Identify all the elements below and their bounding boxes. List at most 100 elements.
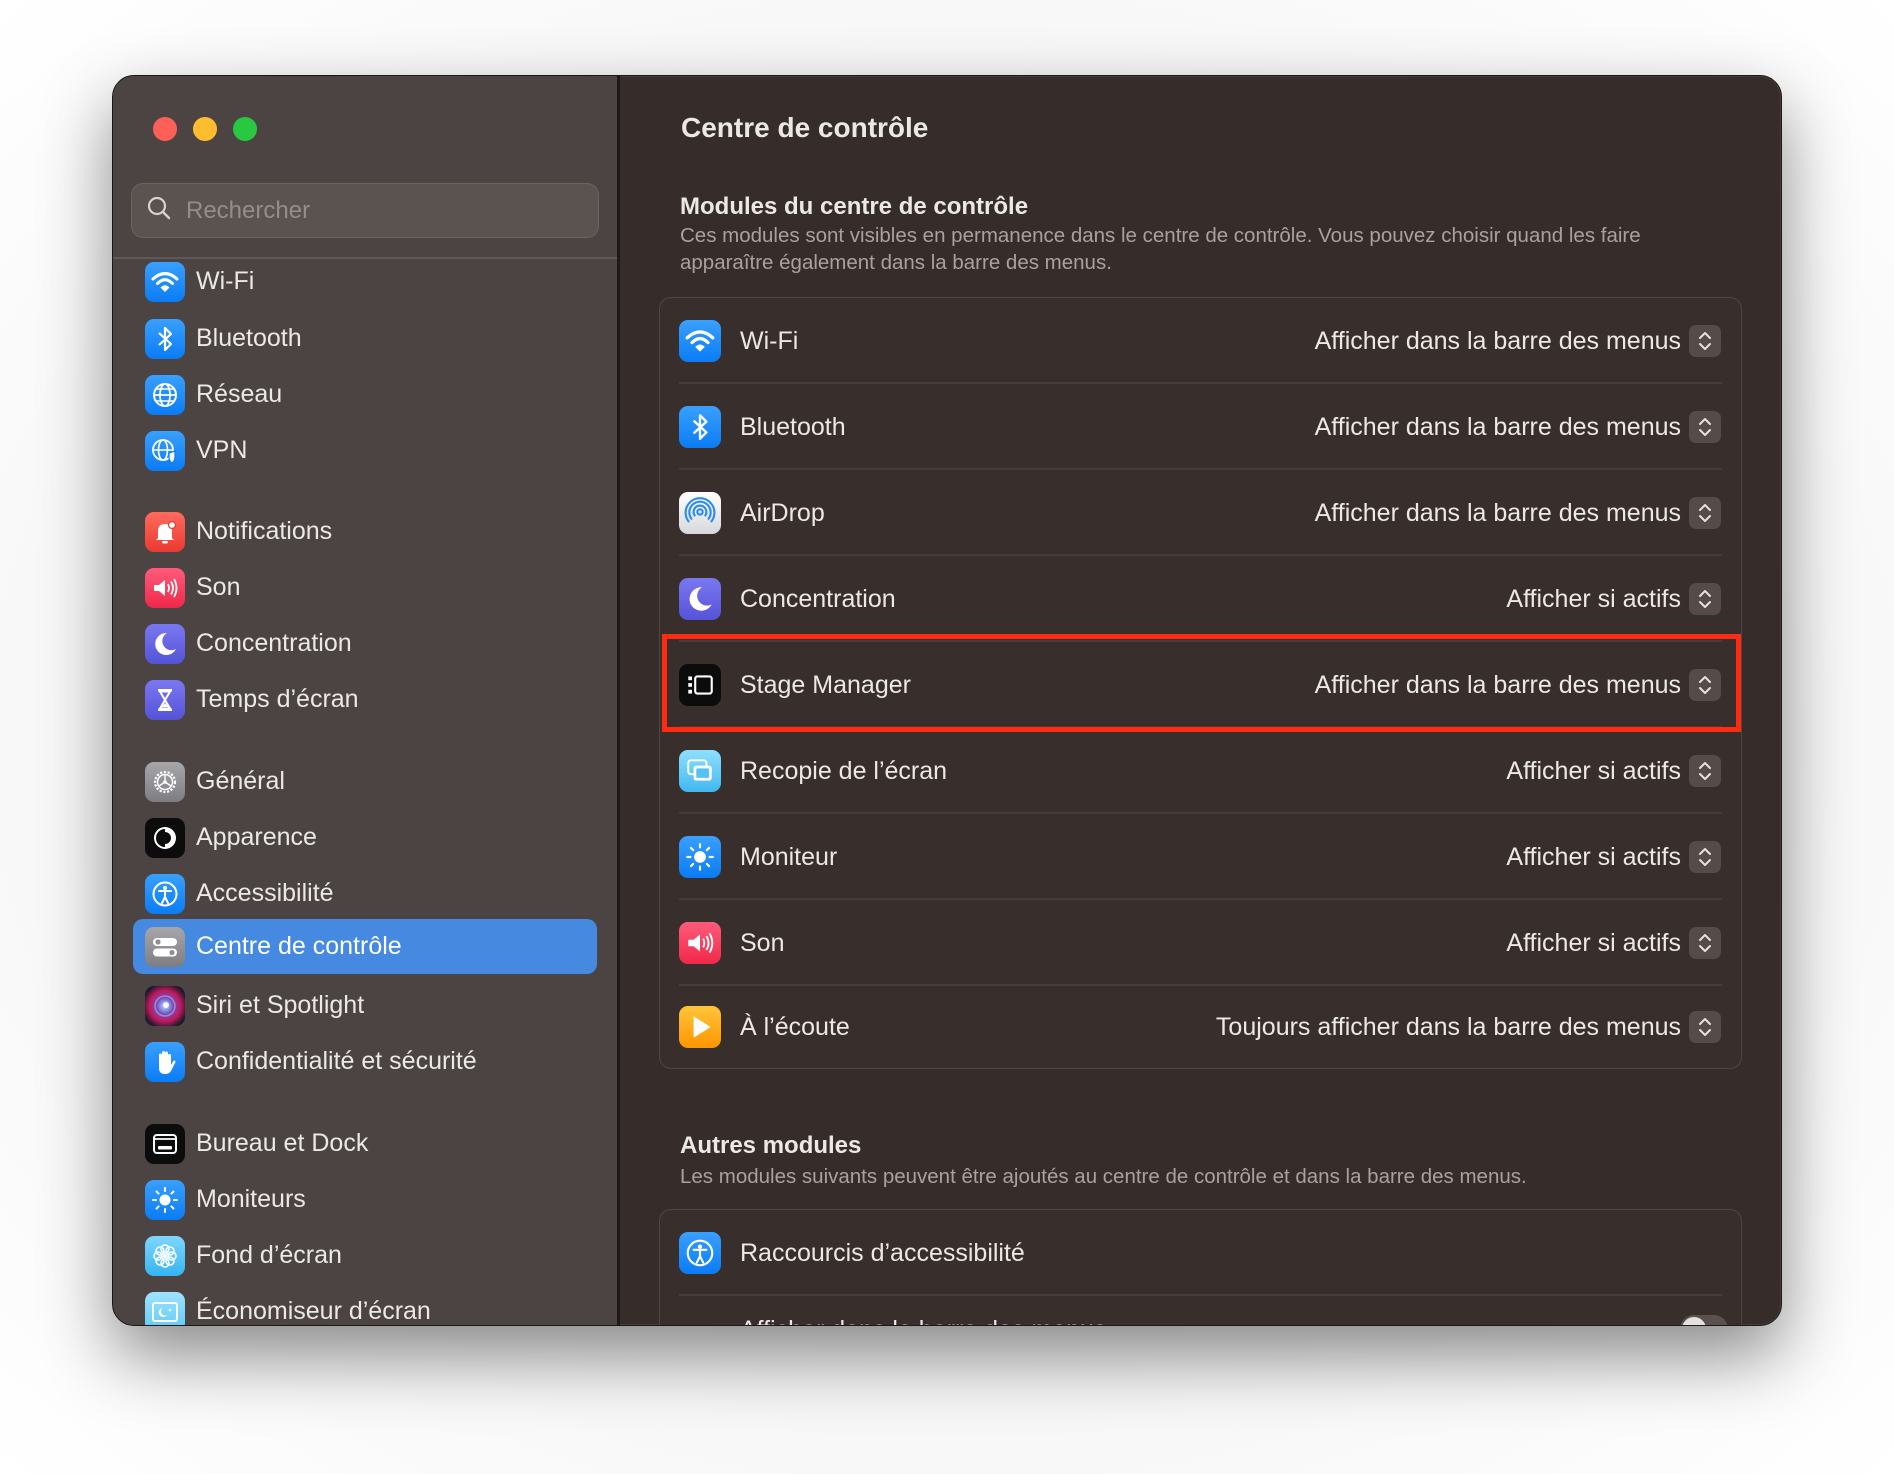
screen-mirroring-icon (679, 750, 721, 792)
sidebar-item-label: Centre de contrôle (196, 932, 402, 960)
modules-group: Wi-Fi Afficher dans la barre des menus B… (659, 297, 1742, 1069)
module-label: Son (740, 928, 785, 957)
sidebar-item-label: Wi-Fi (196, 267, 255, 295)
sidebar-item-label: Fond d’écran (196, 1241, 342, 1269)
sidebar-item-label: Bureau et Dock (196, 1129, 369, 1157)
module-label: AirDrop (740, 498, 825, 527)
select-value: Toujours afficher dans la barre des menu… (1215, 1012, 1681, 1041)
chevron-up-down-icon[interactable] (1689, 583, 1721, 615)
sidebar-item-accessibility[interactable]: Accessibilité (133, 866, 597, 921)
stage-manager-icon (679, 664, 721, 706)
zoom-button[interactable] (233, 117, 257, 141)
menu-bar-visibility-select[interactable]: Afficher si actifs (1506, 927, 1721, 959)
chevron-up-down-icon[interactable] (1689, 1011, 1721, 1043)
chevron-up-down-icon[interactable] (1689, 755, 1721, 787)
menu-bar-visibility-select[interactable]: Afficher dans la barre des menus (1315, 669, 1721, 701)
select-value: Afficher si actifs (1506, 584, 1681, 613)
control-center-icon (145, 926, 185, 967)
settings-window: Rechercher Wi-Fi Bluetooth Réseau VPN No… (112, 75, 1782, 1326)
speaker-icon (145, 567, 185, 608)
module-label: Moniteur (740, 842, 838, 871)
sidebar-item-label: Économiseur d’écran (196, 1297, 431, 1325)
chevron-up-down-icon[interactable] (1689, 497, 1721, 529)
option-label: Afficher dans la barre des menus (740, 1316, 1106, 1325)
page-title: Centre de contrôle (681, 112, 929, 143)
bell-icon (145, 511, 185, 552)
sidebar-item-network[interactable]: Réseau (133, 367, 597, 422)
select-value: Afficher dans la barre des menus (1314, 498, 1681, 527)
sidebar-item-screen-time[interactable]: Temps d’écran (133, 672, 597, 727)
chevron-up-down-icon[interactable] (1689, 927, 1721, 959)
sidebar-item-label: Siri et Spotlight (196, 991, 365, 1019)
sidebar-item-bluetooth[interactable]: Bluetooth (133, 311, 597, 366)
minimize-button[interactable] (193, 117, 217, 141)
sidebar-item-wifi[interactable]: Wi-Fi (133, 254, 597, 309)
search-placeholder: Rechercher (186, 196, 311, 224)
module-row-focus: Concentration Afficher si actifs (660, 556, 1741, 642)
sidebar-item-appearance[interactable]: Apparence (133, 810, 597, 865)
module-label: Recopie de l’écran (740, 756, 948, 785)
menu-bar-visibility-select[interactable]: Afficher dans la barre des menus (1315, 325, 1721, 357)
sidebar-item-general[interactable]: Général (133, 754, 597, 809)
module-label: Concentration (740, 584, 896, 613)
module-label: Stage Manager (740, 670, 911, 699)
search-input[interactable]: Rechercher (131, 183, 599, 238)
sidebar-item-sound[interactable]: Son (133, 560, 597, 615)
select-value: Afficher si actifs (1506, 842, 1681, 871)
sidebar-item-screensaver[interactable]: Économiseur d’écran (133, 1284, 597, 1325)
section-subtitle-other: Les modules suivants peuvent être ajouté… (680, 1165, 1527, 1188)
sidebar-item-control-center[interactable]: Centre de contrôle (133, 919, 597, 974)
sidebar-item-privacy-security[interactable]: Confidentialité et sécurité (133, 1034, 597, 1089)
menu-bar-visibility-select[interactable]: Afficher dans la barre des menus (1315, 411, 1721, 443)
select-value: Afficher si actifs (1506, 928, 1681, 957)
screensaver-icon (145, 1291, 185, 1325)
chevron-up-down-icon[interactable] (1689, 325, 1721, 357)
sidebar-item-label: Apparence (196, 823, 317, 851)
sidebar-item-wallpaper[interactable]: Fond d’écran (133, 1228, 597, 1283)
module-row-display: Moniteur Afficher si actifs (660, 814, 1741, 900)
section-subtitle-modules: Ces modules sont visibles en permanence … (680, 224, 1641, 274)
search-icon (146, 195, 172, 226)
content-pane: Centre de contrôle Modules du centre de … (620, 76, 1781, 1325)
sidebar-item-vpn[interactable]: VPN (133, 423, 597, 478)
sidebar-item-siri-spotlight[interactable]: Siri et Spotlight (133, 978, 597, 1033)
sidebar: Rechercher Wi-Fi Bluetooth Réseau VPN No… (113, 76, 617, 1325)
select-value: Afficher dans la barre des menus (1314, 412, 1681, 441)
sun-icon (145, 1179, 185, 1220)
moon-icon (679, 578, 721, 620)
menu-bar-visibility-select[interactable]: Toujours afficher dans la barre des menu… (1216, 1011, 1721, 1043)
module-row-airdrop: AirDrop Afficher dans la barre des menus (660, 470, 1741, 556)
module-label: Bluetooth (740, 412, 846, 441)
sidebar-item-focus[interactable]: Concentration (133, 616, 597, 671)
toggle-knob (1682, 1317, 1706, 1325)
menu-bar-visibility-select[interactable]: Afficher si actifs (1506, 841, 1721, 873)
flower-icon (145, 1235, 185, 1276)
dock-icon (145, 1123, 185, 1164)
hand-icon (145, 1041, 185, 1082)
show-in-menu-bar-toggle[interactable] (1680, 1315, 1728, 1325)
close-button[interactable] (153, 117, 177, 141)
module-row-sound: Son Afficher si actifs (660, 900, 1741, 986)
other-modules-group: Raccourcis d’accessibilité Afficher dans… (659, 1209, 1742, 1325)
sidebar-item-label: VPN (196, 436, 248, 464)
sidebar-item-label: Notifications (196, 517, 333, 545)
sidebar-item-displays[interactable]: Moniteurs (133, 1172, 597, 1227)
select-value: Afficher dans la barre des menus (1314, 326, 1681, 355)
menu-bar-visibility-select[interactable]: Afficher si actifs (1506, 755, 1721, 787)
sidebar-item-label: Général (196, 767, 285, 795)
bluetooth-icon (679, 406, 721, 448)
module-row-bluetooth: Bluetooth Afficher dans la barre des men… (660, 384, 1741, 470)
bluetooth-icon (145, 318, 185, 359)
sidebar-item-label: Concentration (196, 629, 352, 657)
gear-icon (145, 761, 185, 802)
menu-bar-visibility-select[interactable]: Afficher dans la barre des menus (1315, 497, 1721, 529)
menu-bar-visibility-select[interactable]: Afficher si actifs (1506, 583, 1721, 615)
wifi-icon (145, 261, 185, 302)
chevron-up-down-icon[interactable] (1689, 669, 1721, 701)
sidebar-item-label: Temps d’écran (196, 685, 359, 713)
chevron-up-down-icon[interactable] (1689, 411, 1721, 443)
sidebar-item-notifications[interactable]: Notifications (133, 504, 597, 559)
sidebar-item-label: Bluetooth (196, 324, 302, 352)
sidebar-item-desktop-dock[interactable]: Bureau et Dock (133, 1116, 597, 1171)
chevron-up-down-icon[interactable] (1689, 841, 1721, 873)
